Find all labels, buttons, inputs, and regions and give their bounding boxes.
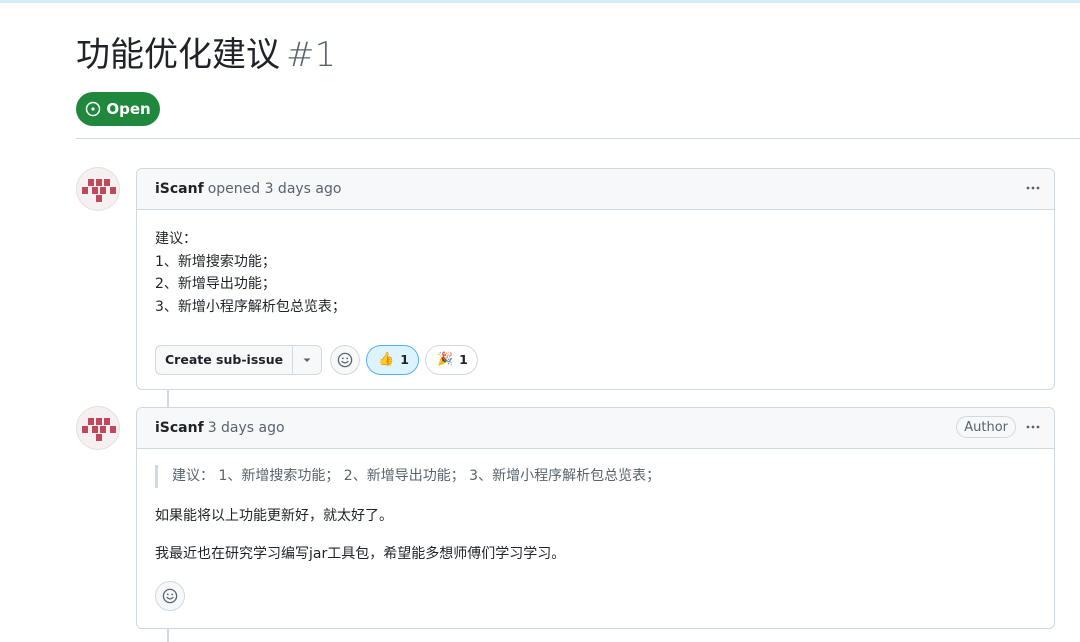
issue-title: 功能优化建议 #1	[76, 32, 336, 78]
more-options-button[interactable]	[1022, 416, 1044, 438]
body-line: 3、新增小程序解析包总览表；	[155, 298, 346, 315]
smiley-icon	[162, 588, 178, 603]
header-divider	[76, 138, 1080, 139]
comment-timestamp[interactable]: 3 days ago	[208, 420, 285, 436]
comment-body: 建议： 1、新增搜索功能； 2、新增导出功能； 3、新增小程序解析包总览表； C…	[137, 210, 1054, 375]
quoted-reply: 建议： 1、新增搜索功能； 2、新增导出功能； 3、新增小程序解析包总览表；	[155, 465, 1036, 488]
comment-author[interactable]: iScanf	[155, 181, 204, 197]
body-line: 2、新增导出功能；	[155, 276, 276, 292]
comment-header: iScanf 3 days ago Author	[137, 408, 1054, 449]
create-subissue-button[interactable]: Create sub-issue	[156, 346, 292, 374]
avatar[interactable]	[76, 406, 120, 450]
avatar[interactable]	[76, 167, 120, 211]
issue-state-label: Open	[106, 100, 151, 118]
issue-body-comment: iScanf opened 3 days ago 建议： 1、新增搜索功能； 2…	[136, 168, 1055, 390]
comment-actions: Create sub-issue 👍 1 🎉 1	[155, 345, 1036, 375]
issue-state-badge: Open	[76, 92, 160, 126]
reaction-thumbs-up[interactable]: 👍 1	[366, 345, 419, 375]
timeline-connector	[167, 390, 169, 408]
kebab-horizontal-icon	[1026, 425, 1040, 429]
smiley-icon	[337, 352, 353, 368]
identicon-icon	[82, 418, 116, 441]
create-subissue-split-button: Create sub-issue	[155, 345, 323, 375]
triangle-down-icon	[303, 358, 311, 362]
comment-actions	[155, 580, 1036, 611]
comment-timestamp[interactable]: opened 3 days ago	[208, 181, 342, 197]
identicon-icon	[82, 179, 116, 202]
issue-number: #1	[286, 35, 337, 75]
comment-header: iScanf opened 3 days ago	[137, 169, 1054, 210]
body-paragraph: 我最近也在研究学习编写jar工具包，希望能多想师傅们学习学习。	[155, 546, 566, 562]
author-badge: Author	[956, 416, 1016, 438]
add-reaction-button[interactable]	[155, 580, 185, 611]
thumbs-up-icon: 👍	[378, 351, 395, 367]
reaction-count: 1	[400, 351, 409, 367]
reaction-hooray[interactable]: 🎉 1	[424, 345, 478, 375]
issue-title-text: 功能优化建议	[76, 35, 280, 75]
comment-body: 建议： 1、新增搜索功能； 2、新增导出功能； 3、新增小程序解析包总览表； 如…	[137, 449, 1054, 611]
body-paragraph: 如果能将以上功能更新好，就太好了。	[155, 507, 393, 524]
kebab-horizontal-icon	[1026, 186, 1040, 190]
issue-open-icon	[86, 101, 101, 117]
add-reaction-button[interactable]	[330, 345, 361, 375]
more-options-button[interactable]	[1022, 177, 1044, 199]
top-accent-bar	[0, 0, 1080, 3]
issue-comment: iScanf 3 days ago Author 建议： 1、新增搜索功能； 2…	[136, 407, 1055, 629]
body-line: 1、新增搜索功能；	[155, 253, 276, 270]
comment-author[interactable]: iScanf	[155, 420, 204, 436]
timeline-connector	[167, 629, 169, 642]
body-line: 建议：	[155, 231, 197, 247]
create-subissue-dropdown[interactable]	[292, 346, 321, 374]
reaction-count: 1	[459, 351, 468, 367]
hooray-icon: 🎉	[436, 351, 454, 367]
